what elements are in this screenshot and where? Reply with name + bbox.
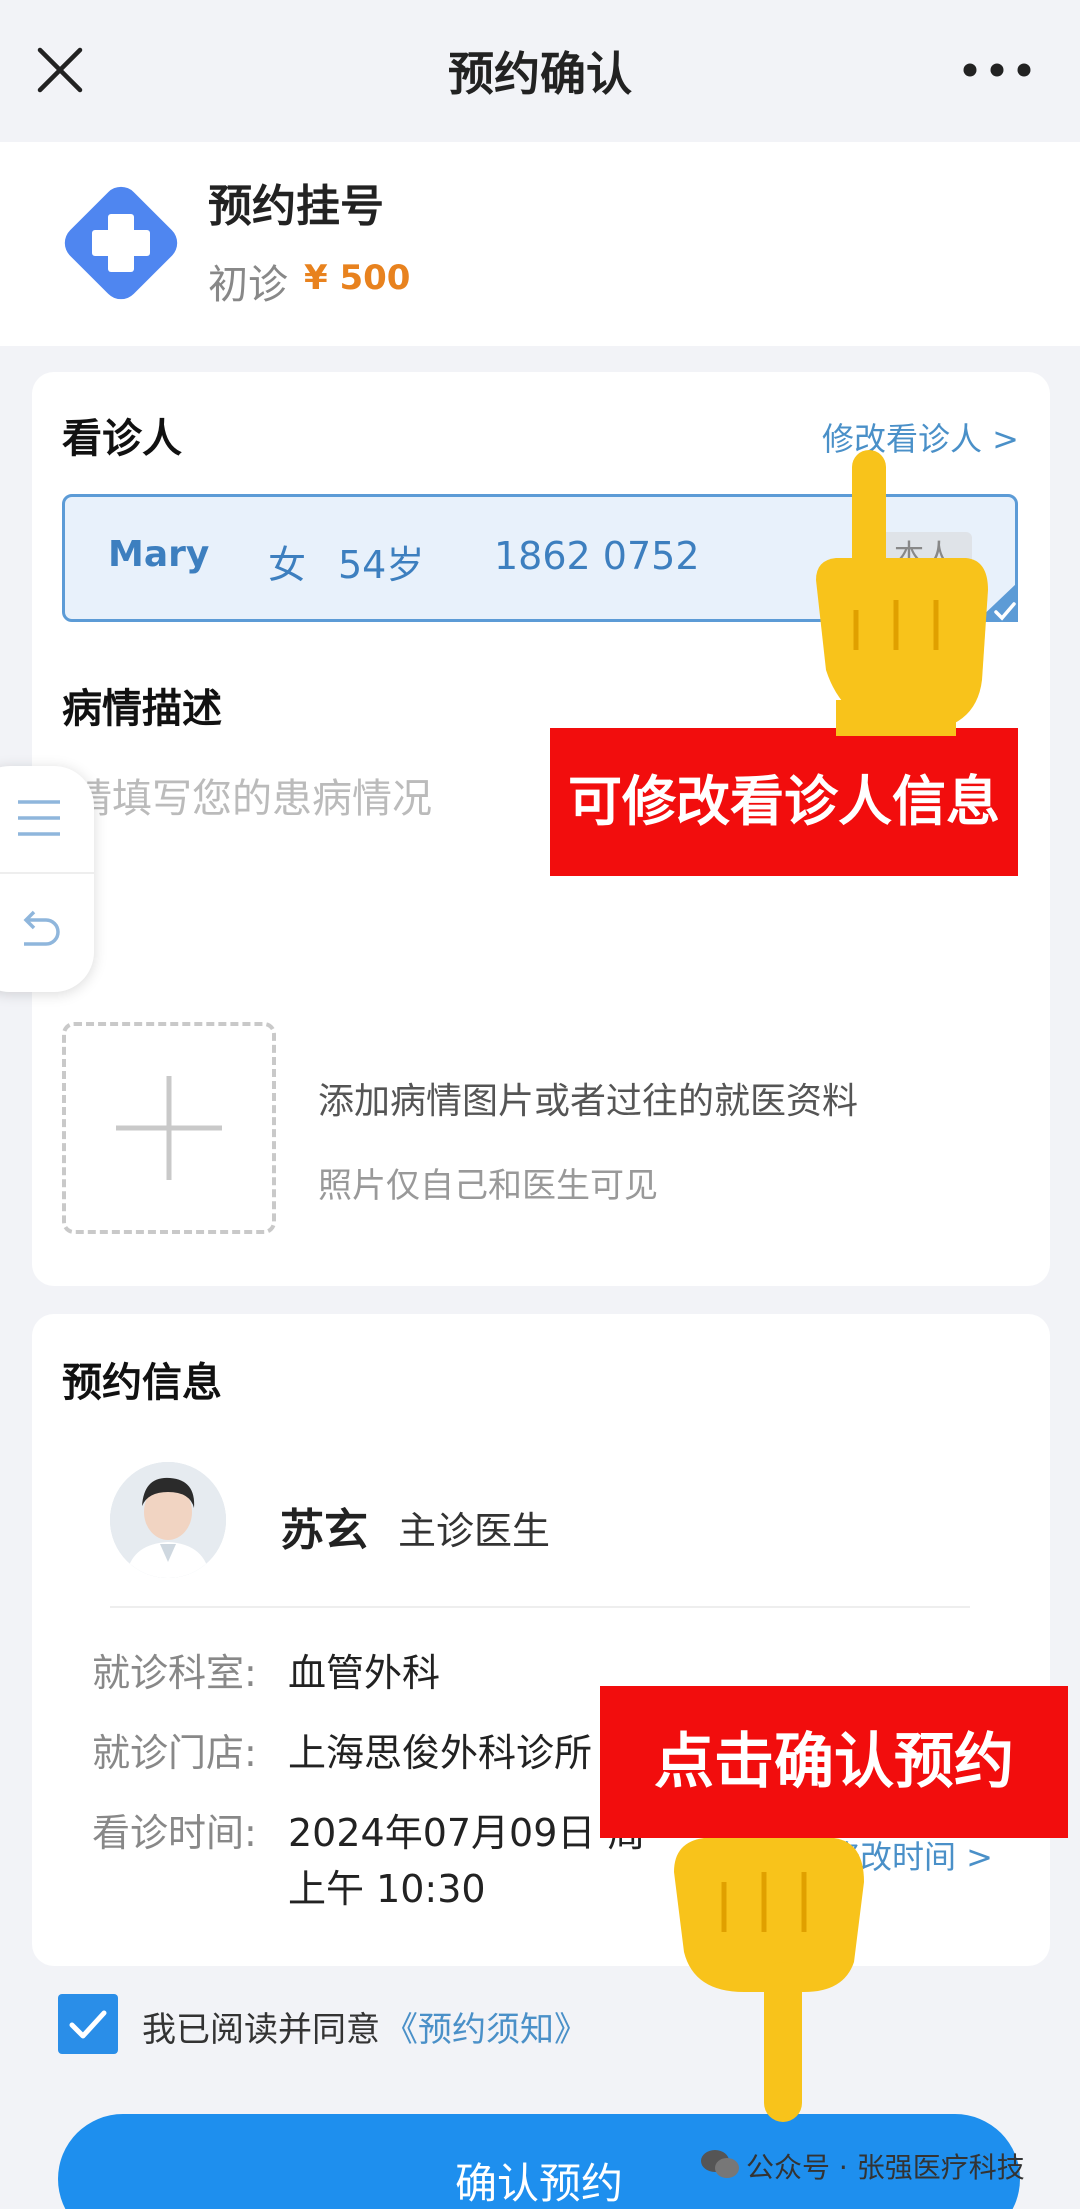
plus-icon xyxy=(116,1076,222,1180)
wechat-icon xyxy=(701,2150,739,2178)
menu-icon[interactable] xyxy=(16,796,62,840)
annotation-banner-edit: 可修改看诊人信息 xyxy=(550,728,1018,876)
upload-privacy-hint: 照片仅自己和医生可见 xyxy=(318,1166,658,1206)
clinic-label: 就诊门店: xyxy=(92,1731,257,1775)
visit-type: 初诊 xyxy=(208,262,288,308)
agreement-text: 我已阅读并同意 xyxy=(142,2010,380,2050)
doctor-avatar xyxy=(110,1462,226,1578)
clinic-value: 上海思俊外科诊所 xyxy=(288,1731,593,1775)
watermark: 公众号 · 张强医疗科技 xyxy=(746,2151,1025,2184)
patient-age: 54岁 xyxy=(338,543,425,587)
patient-gender: 女 xyxy=(268,543,307,587)
checkmark-icon xyxy=(69,2010,107,2039)
doctor-role: 主诊医生 xyxy=(398,1509,551,1553)
patient-name: Mary xyxy=(108,534,210,575)
price: ¥ 500 xyxy=(304,258,411,298)
description-input[interactable]: 请填写您的患病情况 xyxy=(72,766,432,824)
patient-phone: 1862 0752 xyxy=(494,534,700,578)
agreement-link[interactable]: 《预约须知》 xyxy=(384,2002,588,2051)
side-tool-divider xyxy=(0,872,94,874)
patient-section-title: 看诊人 xyxy=(62,416,182,462)
page-title: 预约确认 xyxy=(448,47,632,101)
pointing-hand-icon xyxy=(674,1838,864,2122)
more-icon[interactable] xyxy=(962,62,1032,78)
medical-cross-icon xyxy=(64,186,178,300)
date-value: 2024年07月09日 周 xyxy=(288,1811,646,1855)
department-value: 血管外科 xyxy=(288,1651,441,1695)
doctor-name: 苏玄 xyxy=(280,1505,368,1556)
description-section-title: 病情描述 xyxy=(62,686,222,732)
time-label: 看诊时间: xyxy=(92,1811,257,1855)
time-value: 上午 10:30 xyxy=(288,1867,486,1911)
department-label: 就诊科室: xyxy=(92,1651,257,1695)
appointment-section-title: 预约信息 xyxy=(62,1360,222,1406)
service-title: 预约挂号 xyxy=(208,181,384,232)
agree-checkbox[interactable] xyxy=(58,1994,118,2054)
back-icon[interactable] xyxy=(14,906,64,956)
divider xyxy=(110,1606,970,1608)
pointing-hand-icon xyxy=(816,450,988,736)
upload-description: 添加病情图片或者过往的就医资料 xyxy=(318,1081,859,1122)
